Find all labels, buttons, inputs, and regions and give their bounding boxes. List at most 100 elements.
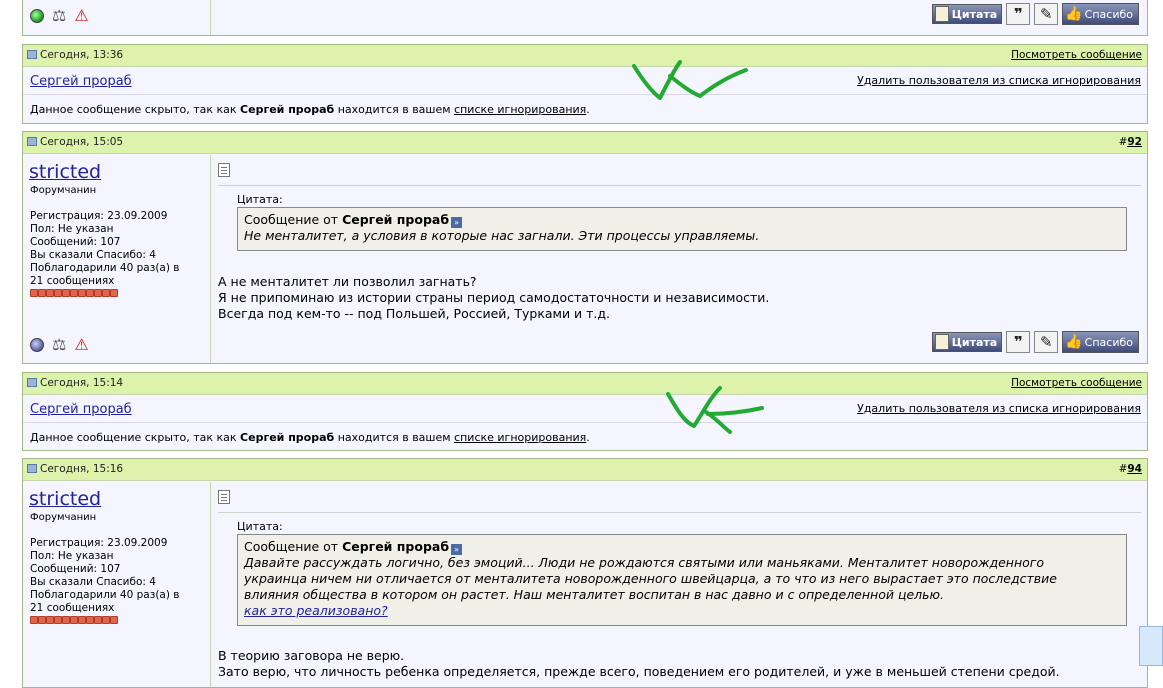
hidden-notice-end: . — [586, 103, 590, 116]
edit-pencil-icon: ✎ — [1039, 5, 1053, 23]
post-body-line: В теорию заговора не верю. — [218, 648, 405, 663]
hidden-message-notice: Данное сообщение скрыто, так как Сергей … — [30, 431, 590, 444]
reputation-point — [46, 289, 54, 297]
quote-button[interactable]: Цитата — [931, 332, 1003, 352]
view-post-arrow-icon[interactable]: » — [451, 544, 463, 555]
thanks-button[interactable]: 👍 Спасибо — [1062, 331, 1139, 353]
reputation-point — [110, 616, 118, 624]
post-number-link[interactable]: 94 — [1127, 463, 1142, 475]
post-body: В теорию заговора не верю. Зато верю, чт… — [218, 648, 1060, 680]
hidden-notice-mid: находится в вашем — [337, 103, 451, 116]
hidden-notice-user: Сергей прораб — [240, 103, 335, 116]
reputation-scale-icon[interactable]: ⚖ — [52, 8, 66, 24]
report-warning-icon[interactable]: ⚠ — [74, 8, 88, 24]
post-body: А не менталитет ли позволил загнать? Я н… — [218, 274, 769, 322]
previous-post-main: Цитата ❞ ✎ 👍 Спасибо — [212, 0, 1147, 35]
multiquote-button[interactable]: ❞ — [1006, 3, 1031, 25]
quote-line: Не менталитет, а условия в которые нас з… — [244, 228, 760, 243]
post-date-text: Сегодня, 15:14 — [40, 377, 124, 389]
user-post-count: Сообщений: 107 — [30, 236, 121, 248]
post-number: #94 — [1119, 463, 1142, 475]
quote-block: Сообщение от Сергей прораб» Не менталите… — [237, 207, 1127, 251]
multiquote-icon: ❞ — [1013, 5, 1023, 23]
view-message-link[interactable]: Посмотреть сообщение — [1011, 377, 1142, 389]
reputation-point — [38, 289, 46, 297]
ignored-user-row: Сергей прораб Удалить пользователя из сп… — [23, 396, 1147, 423]
reputation-point — [78, 289, 86, 297]
reputation-bar[interactable] — [30, 616, 118, 624]
online-status-icon — [30, 9, 44, 23]
user-registration: Регистрация: 23.09.2009 — [30, 537, 168, 549]
ignore-list-link[interactable]: списке игнорирования — [454, 431, 586, 444]
reputation-point — [38, 616, 46, 624]
forum-post: Сегодня, 15:16 #94 stricted Форумчанин Р… — [22, 458, 1148, 688]
hidden-notice-end: . — [586, 431, 590, 444]
reputation-point — [110, 289, 118, 297]
view-message-link[interactable]: Посмотреть сообщение — [1011, 49, 1142, 61]
post-header: Сегодня, 13:36 Посмотреть сообщение — [23, 45, 1147, 67]
user-registration: Регистрация: 23.09.2009 — [30, 210, 168, 222]
post-header: Сегодня, 15:14 Посмотреть сообщение — [23, 373, 1147, 395]
hidden-notice-user: Сергей прораб — [240, 431, 335, 444]
quote-from: Сообщение от — [244, 212, 339, 227]
post-separator — [218, 512, 1141, 513]
user-thanked-times: Поблагодарили 40 раз(а) в — [30, 589, 180, 601]
user-gender: Пол: Не указан — [30, 550, 114, 562]
quote-label: Цитата: — [237, 193, 283, 206]
quote-block: Сообщение от Сергей прораб» Давайте расс… — [237, 534, 1127, 626]
author-username-link[interactable]: stricted — [29, 161, 101, 183]
ignored-username-link[interactable]: Сергей прораб — [30, 74, 132, 89]
post-content: Цитата: Сообщение от Сергей прораб» Дава… — [212, 482, 1147, 687]
multiquote-button[interactable]: ❞ — [1006, 331, 1031, 353]
author-username-link[interactable]: stricted — [29, 488, 101, 510]
ignored-username-link[interactable]: Сергей прораб — [30, 402, 132, 417]
ignore-list-link[interactable]: списке игнорирования — [454, 103, 586, 116]
ignored-post: Сегодня, 13:36 Посмотреть сообщение Серг… — [22, 44, 1148, 124]
quote-header: Сообщение от Сергей прораб» — [244, 539, 1120, 555]
ignored-post: Сегодня, 15:14 Посмотреть сообщение Серг… — [22, 372, 1148, 451]
remove-from-ignore-link[interactable]: Удалить пользователя из списка игнориров… — [857, 74, 1141, 87]
post-number-link[interactable]: 92 — [1127, 136, 1142, 148]
report-warning-icon[interactable]: ⚠ — [74, 337, 88, 353]
hidden-notice-prefix: Данное сообщение скрыто, так как — [30, 431, 237, 444]
thumbs-up-icon: 👍 — [1065, 6, 1083, 22]
quote-button[interactable]: Цитата — [931, 4, 1003, 24]
user-status-icons: ⚖ ⚠ — [30, 337, 89, 353]
offline-status-icon — [30, 338, 44, 352]
post-body-line: Я не припоминаю из истории страны период… — [218, 290, 770, 305]
post-doc-icon — [27, 378, 37, 387]
quote-author: Сергей прораб — [342, 539, 450, 554]
reputation-point — [70, 616, 78, 624]
quote-pen-icon — [934, 6, 949, 22]
post-date: Сегодня, 15:05 — [27, 136, 123, 148]
quote-pen-icon — [934, 334, 949, 350]
reputation-bar[interactable] — [30, 289, 118, 297]
message-icon — [218, 163, 230, 177]
post-date: Сегодня, 15:14 — [27, 377, 123, 389]
ignored-user-row: Сергей прораб Удалить пользователя из сп… — [23, 68, 1147, 95]
hidden-notice-mid: находится в вашем — [337, 431, 451, 444]
reputation-point — [30, 616, 38, 624]
post-body-line: А не менталитет ли позволил загнать? — [218, 274, 477, 289]
remove-from-ignore-link[interactable]: Удалить пользователя из списка игнориров… — [857, 402, 1141, 415]
previous-post-fragment: ⚖ ⚠ Цитата ❞ ✎ 👍 Спасибо — [22, 0, 1148, 36]
scroll-corner-widget[interactable] — [1139, 626, 1163, 666]
edit-button[interactable]: ✎ — [1034, 3, 1059, 25]
thanks-button[interactable]: 👍 Спасибо — [1062, 3, 1139, 25]
previous-post-buttons: Цитата ❞ ✎ 👍 Спасибо — [931, 3, 1139, 25]
previous-post-sidebar: ⚖ ⚠ — [23, 0, 211, 35]
user-info: Регистрация: 23.09.2009 Пол: Не указан С… — [30, 210, 179, 288]
previous-post-status-icons: ⚖ ⚠ — [30, 8, 89, 24]
edit-button[interactable]: ✎ — [1034, 331, 1059, 353]
post-date-text: Сегодня, 15:16 — [40, 463, 124, 475]
quote-inner-link[interactable]: как это реализовано? — [244, 603, 388, 618]
thanks-button-label: Спасибо — [1084, 7, 1133, 21]
message-icon — [218, 490, 230, 504]
post-doc-icon — [27, 137, 37, 146]
reputation-scale-icon[interactable]: ⚖ — [52, 337, 66, 353]
reputation-point — [70, 289, 78, 297]
user-thanked-posts: 21 сообщениях — [30, 275, 115, 287]
reputation-point — [102, 289, 110, 297]
view-post-arrow-icon[interactable]: » — [451, 217, 463, 228]
user-post-count: Сообщений: 107 — [30, 563, 121, 575]
